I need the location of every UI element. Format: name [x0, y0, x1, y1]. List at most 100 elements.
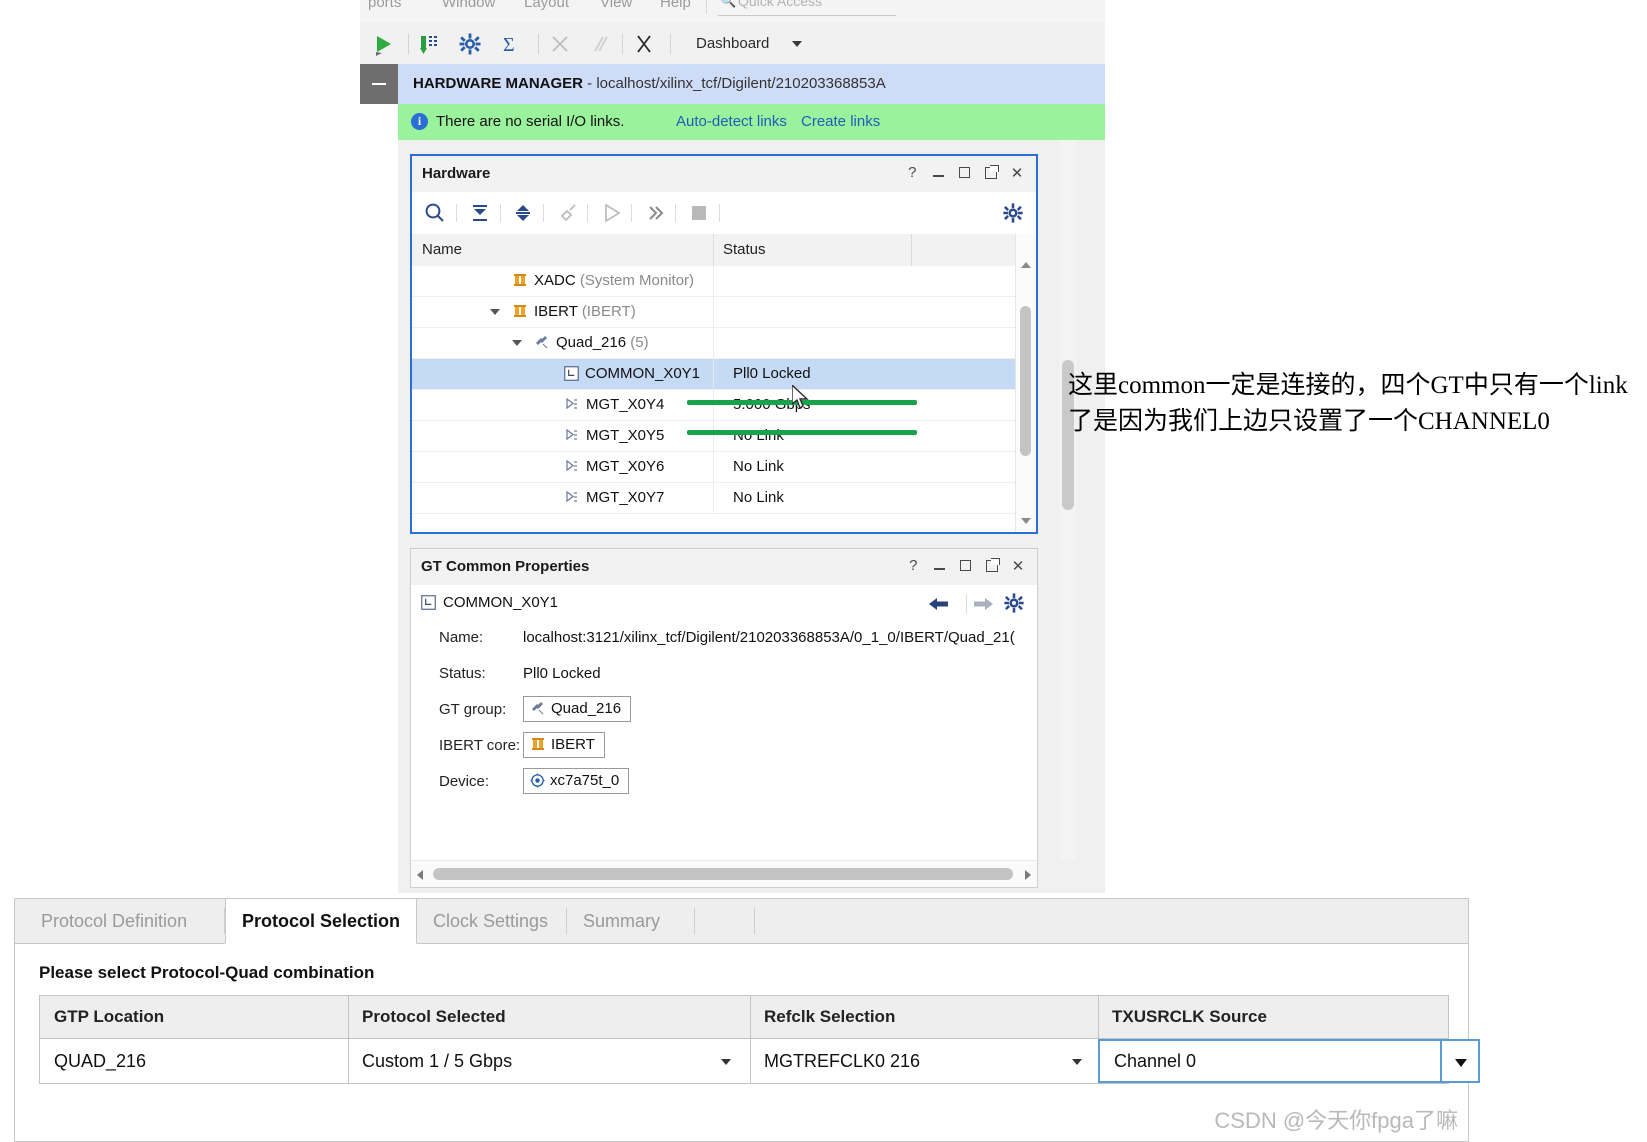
- minimize-icon: [372, 83, 386, 85]
- hardware-panel-title: Hardware: [422, 165, 491, 182]
- hardware-tree[interactable]: XADC (System Monitor) IBERT (IBERT) Quad_2…: [412, 266, 1036, 532]
- chevron-down-icon[interactable]: [1072, 1059, 1082, 1065]
- settings-gear-icon[interactable]: [458, 32, 482, 56]
- create-links-link[interactable]: Create links: [801, 113, 880, 130]
- tree-item-label: MGT_X0Y4: [564, 396, 664, 416]
- tree-item-status: No Link: [733, 458, 784, 475]
- back-arrow-icon[interactable]: [927, 593, 951, 615]
- cell-protocol-selected[interactable]: Custom 1 / 5 Gbps: [362, 1051, 512, 1072]
- menu-item-layout[interactable]: Layout: [524, 0, 569, 11]
- hardware-manager-title: HARDWARE MANAGER: [413, 75, 583, 92]
- ibert-core-icon: [512, 272, 528, 292]
- restore-icon[interactable]: [981, 557, 1003, 576]
- tree-item-status: Pll0 Locked: [733, 365, 811, 382]
- table-row[interactable]: MGT_X0Y7 No Link: [412, 483, 1036, 514]
- info-icon: i: [411, 113, 428, 130]
- dashboard-label[interactable]: Dashboard: [696, 35, 769, 52]
- table-row[interactable]: XADC (System Monitor): [412, 266, 1036, 297]
- gt-panel-titlebar: GT Common Properties ? ✕: [411, 549, 1037, 586]
- scrollbar-thumb[interactable]: [1020, 306, 1031, 456]
- hardware-panel-titlebar: Hardware ? ✕: [412, 156, 1036, 193]
- gear-icon[interactable]: [1003, 592, 1027, 614]
- table-row[interactable]: COMMON_X0Y1 Pll0 Locked: [412, 359, 1036, 390]
- search-icon[interactable]: [422, 200, 448, 226]
- highlight-line-mgt: [687, 430, 917, 435]
- scissors-icon[interactable]: [632, 32, 656, 56]
- table-row[interactable]: MGT_X0Y5 No Link: [412, 421, 1036, 452]
- menu-item-help[interactable]: Help: [660, 0, 691, 11]
- tab-empty-slot: [695, 899, 755, 943]
- mgt-icon: [564, 458, 580, 478]
- svg-text:Σ: Σ: [503, 34, 515, 56]
- help-icon[interactable]: ?: [901, 164, 923, 181]
- maximize-icon[interactable]: [955, 557, 977, 575]
- tree-item-label: Quad_216 (5): [534, 334, 649, 354]
- property-label: IBERT core:: [439, 737, 521, 754]
- scrollbar-thumb[interactable]: [433, 868, 1013, 880]
- table-row[interactable]: MGT_X0Y6 No Link: [412, 452, 1036, 483]
- property-row: Name: localhost:3121/xilinx_tcf/Digilent/…: [411, 623, 1037, 653]
- collapse-all-icon[interactable]: [467, 200, 493, 226]
- property-value-chip[interactable]: Quad_216: [523, 696, 632, 722]
- csdn-watermark: CSDN @今天你fpga了嘛: [1214, 1108, 1458, 1133]
- gt-horizontal-scrollbar[interactable]: [411, 860, 1037, 887]
- hardware-manager-target: - localhost/xilinx_tcf/Digilent/21020336…: [587, 75, 886, 92]
- menu-item-view[interactable]: View: [600, 0, 632, 11]
- tab-protocol-selection[interactable]: Protocol Selection: [225, 899, 417, 944]
- workspace-scrollbar[interactable]: [1060, 140, 1076, 860]
- search-icon: 🔍: [720, 0, 737, 8]
- expand-all-icon[interactable]: [510, 200, 536, 226]
- chinese-annotation-text: 这里common一定是连接的，四个GT中只有一个link了是因为我们上边只设置了…: [1068, 372, 1628, 435]
- property-value-chip[interactable]: xc7a75t_0: [523, 768, 630, 794]
- chevron-down-icon[interactable]: [721, 1059, 731, 1065]
- help-icon[interactable]: ?: [902, 557, 924, 574]
- property-label: Name:: [439, 629, 484, 646]
- more-icon[interactable]: [642, 200, 668, 226]
- gt-properties-list: Name: localhost:3121/xilinx_tcf/Digilent/…: [411, 623, 1037, 861]
- restore-icon[interactable]: [980, 164, 1002, 183]
- cell-gtp-location: QUAD_216: [54, 1051, 147, 1071]
- stop-icon: [686, 200, 712, 226]
- scroll-down-icon[interactable]: [1021, 518, 1031, 524]
- run-icon[interactable]: [372, 32, 396, 56]
- banner-message: There are no serial I/O links.: [436, 113, 625, 130]
- maximize-icon[interactable]: [954, 164, 976, 182]
- close-icon[interactable]: ✕: [1007, 557, 1029, 575]
- table-row[interactable]: IBERT (IBERT): [412, 297, 1036, 328]
- property-value-chip[interactable]: IBERT: [523, 732, 605, 758]
- property-row: GT group: Quad_216: [411, 695, 1037, 725]
- quick-access-input[interactable]: 🔍 Quick Access: [718, 0, 896, 16]
- gt-panel-title: GT Common Properties: [421, 558, 590, 575]
- sigma-icon[interactable]: Σ: [500, 32, 524, 56]
- txusrclk-dropdown-button[interactable]: [1440, 1039, 1480, 1083]
- menu-item-reports[interactable]: ports: [368, 0, 401, 11]
- column-header-status: Status: [723, 241, 766, 258]
- tab-protocol-definition[interactable]: Protocol Definition: [25, 899, 225, 943]
- close-icon[interactable]: ✕: [1006, 164, 1028, 182]
- minimize-icon[interactable]: [927, 164, 949, 181]
- tab-summary[interactable]: Summary: [567, 899, 695, 943]
- hardware-table-header: Name Status: [412, 234, 1036, 267]
- import-icon[interactable]: [418, 32, 442, 56]
- tree-item-label: MGT_X0Y5: [564, 427, 664, 447]
- menu-item-window[interactable]: Window: [442, 0, 495, 11]
- panel-collapse-button[interactable]: [360, 64, 398, 104]
- hardware-tree-scrollbar[interactable]: [1015, 234, 1036, 532]
- table-row[interactable]: Quad_216 (5): [412, 328, 1036, 359]
- scroll-right-icon[interactable]: [1025, 870, 1031, 880]
- table-header-row: GTP Location Protocol Selected Refclk Se…: [40, 996, 1448, 1039]
- scroll-up-icon[interactable]: [1021, 262, 1031, 268]
- table-row[interactable]: MGT_X0Y45.000 Gbps: [412, 390, 1036, 421]
- scroll-left-icon[interactable]: [417, 870, 423, 880]
- table-row[interactable]: QUAD_216 Custom 1 / 5 Gbps MGTREFCLK0 21…: [40, 1039, 1480, 1083]
- tree-item-status: No Link: [733, 489, 784, 506]
- minimize-icon[interactable]: [928, 557, 950, 574]
- chevron-down-icon[interactable]: [792, 41, 802, 47]
- auto-detect-links-link[interactable]: Auto-detect links: [676, 113, 787, 130]
- cell-refclk-selection[interactable]: MGTREFCLK0 216: [764, 1051, 920, 1072]
- property-value: Pll0 Locked: [523, 665, 601, 682]
- chevron-down-icon[interactable]: [490, 309, 500, 315]
- gear-icon[interactable]: [1002, 202, 1024, 224]
- chevron-down-icon[interactable]: [512, 340, 522, 346]
- tab-clock-settings[interactable]: Clock Settings: [417, 899, 567, 943]
